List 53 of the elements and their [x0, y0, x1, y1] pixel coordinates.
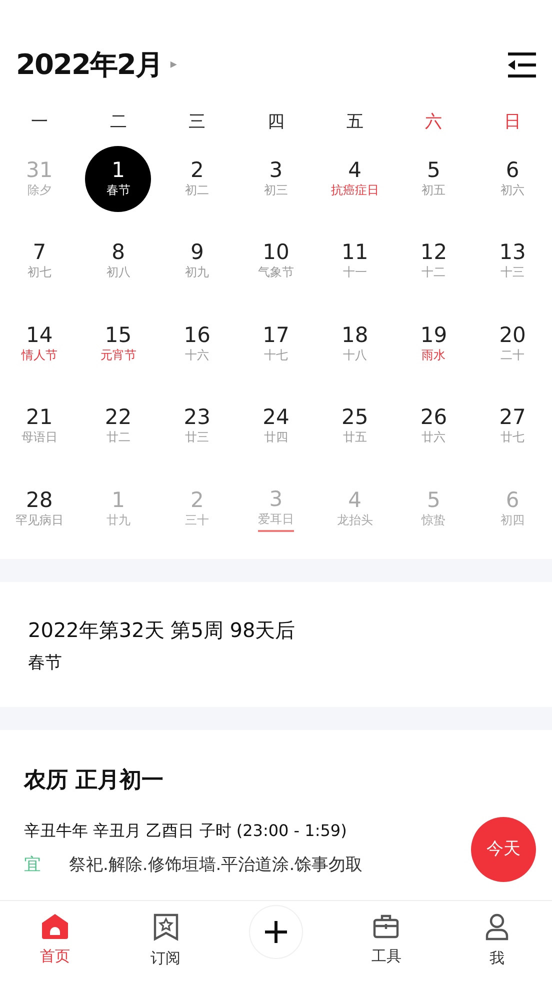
weekday-label: 五: [346, 111, 364, 134]
day-cell[interactable]: 20 二十: [480, 311, 546, 377]
weekday-label: 三: [188, 111, 206, 134]
day-cell[interactable]: 28 罕见病日: [6, 476, 72, 542]
day-cell[interactable]: 9 初九: [164, 228, 230, 294]
bookmark-star-icon: [152, 913, 179, 941]
day-cell[interactable]: 7 初七: [6, 228, 72, 294]
weekday-label: 四: [267, 111, 284, 134]
nav-tab[interactable]: 我: [442, 901, 552, 981]
day-cell[interactable]: 25 廿五: [322, 394, 388, 460]
almanac-text: 祭祀.解除.修饰垣墙.平治道涂.馀事勿取: [69, 854, 363, 876]
day-cell[interactable]: 19 雨水: [400, 311, 467, 377]
month-title[interactable]: 2022年2月: [16, 44, 162, 86]
ganzhi-text: 辛丑牛年 辛丑月 乙酉日 子时 (23:00 - 1:59): [24, 820, 348, 842]
day-cell[interactable]: 17 十七: [242, 311, 309, 377]
day-cell[interactable]: 23 廿三: [164, 394, 230, 460]
nav-tab[interactable]: 首页: [0, 901, 110, 981]
person-icon: [484, 913, 509, 941]
day-cell[interactable]: 11 十一: [322, 228, 388, 294]
day-cell[interactable]: 21 母语日: [6, 394, 72, 460]
day-cell[interactable]: 10 气象节: [242, 228, 309, 294]
day-cell[interactable]: 22 廿二: [85, 394, 152, 460]
day-cell[interactable]: 5 初五: [400, 146, 467, 212]
day-cell[interactable]: 6 初六: [480, 146, 546, 212]
menu-collapse-icon[interactable]: [506, 52, 538, 78]
nav-tab[interactable]: 订阅: [110, 901, 221, 981]
day-cell[interactable]: 12 十二: [400, 228, 467, 294]
day-cell[interactable]: 24 廿四: [242, 394, 309, 460]
day-cell[interactable]: 27 廿七: [480, 394, 546, 460]
day-cell[interactable]: 14 情人节: [6, 311, 72, 377]
weekday-label: 六: [425, 111, 442, 134]
plus-icon: [264, 920, 288, 944]
day-cell[interactable]: 15 元宵节: [85, 311, 152, 377]
nav-tab[interactable]: 工具: [331, 901, 442, 981]
day-cell[interactable]: 16 十六: [164, 311, 230, 377]
festival-name: 春节: [28, 652, 63, 674]
weekday-label: 二: [110, 111, 127, 134]
weekday-label: 一: [30, 111, 48, 134]
suitable-label: 宜: [24, 854, 41, 876]
day-cell[interactable]: 8 初八: [85, 228, 152, 294]
lunar-date-title: 农历 正月初一: [24, 766, 165, 794]
briefcase-icon: [373, 913, 400, 939]
date-summary: 2022年第32天 第5周 98天后: [28, 616, 296, 644]
day-cell[interactable]: 4 抗癌症日: [322, 146, 388, 212]
day-cell[interactable]: 18 十八: [322, 311, 388, 377]
day-cell[interactable]: 3 初三: [242, 146, 309, 212]
home-icon: [41, 913, 70, 939]
day-cell[interactable]: 2 初二: [164, 146, 230, 212]
day-cell[interactable]: 1 春节: [85, 146, 152, 212]
day-cell[interactable]: 13 十三: [480, 228, 546, 294]
weekday-label: 日: [504, 111, 522, 134]
today-button[interactable]: 今天: [471, 817, 536, 882]
day-cell[interactable]: 26 廿六: [400, 394, 467, 460]
